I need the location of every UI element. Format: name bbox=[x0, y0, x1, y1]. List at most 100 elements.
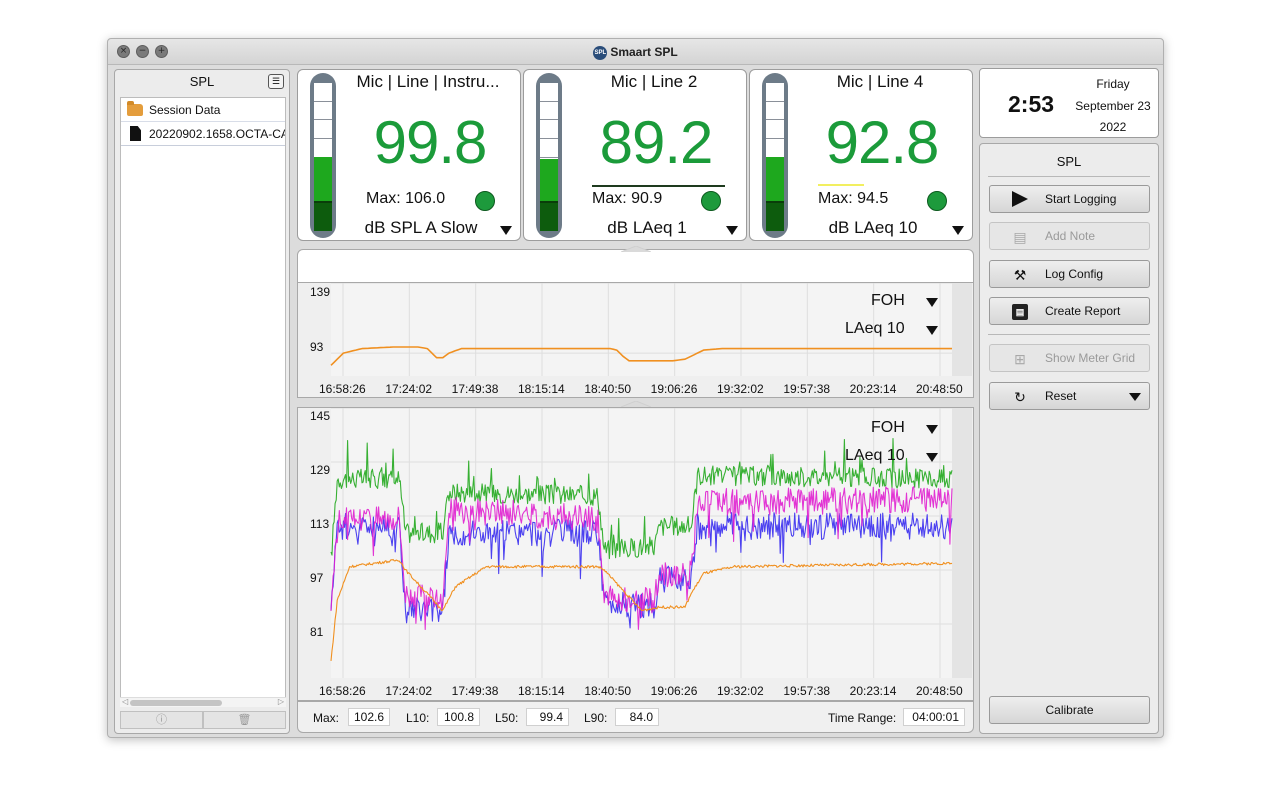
x-tick-label: 19:57:38 bbox=[783, 684, 831, 698]
y-tick-label: 145 bbox=[310, 409, 331, 423]
meter-unit-label[interactable]: dB SPL A Slow bbox=[344, 218, 498, 238]
bar-segment bbox=[540, 157, 558, 158]
chart-scroll-strip bbox=[952, 283, 972, 376]
splitter-grip[interactable] bbox=[620, 246, 651, 252]
series-line-c bbox=[330, 486, 953, 631]
list-icon[interactable]: ☰ bbox=[268, 74, 284, 89]
meter-unit-label[interactable]: dB LAeq 1 bbox=[570, 218, 724, 238]
chart-channel-label[interactable]: FOH bbox=[871, 419, 905, 437]
divider bbox=[988, 334, 1150, 335]
session-tree[interactable]: Session Data 20220902.1658.OCTA-CA bbox=[120, 97, 286, 707]
chart-channel-label[interactable]: FOH bbox=[871, 292, 905, 310]
chevron-down-icon[interactable] bbox=[926, 298, 938, 307]
y-tick-label: 81 bbox=[310, 625, 324, 639]
chevron-down-icon[interactable] bbox=[926, 425, 938, 434]
app-logo-icon: SPL bbox=[593, 45, 608, 60]
chevron-down-icon[interactable] bbox=[726, 226, 738, 235]
clock-day: Friday bbox=[1096, 77, 1130, 91]
max-hold-line bbox=[818, 184, 864, 186]
l50-stat-value: 99.4 bbox=[526, 708, 569, 726]
title-bar: × − + SPL Smaart SPL bbox=[108, 39, 1163, 65]
chart-metric-label[interactable]: LAeq 10 bbox=[845, 447, 905, 465]
x-tick-label: 17:49:38 bbox=[451, 382, 499, 396]
meter-value: 89.2 bbox=[599, 109, 714, 176]
level-bar-low bbox=[314, 201, 332, 231]
time-range-value: 04:00:01 bbox=[903, 708, 965, 726]
y-tick-label: 113 bbox=[310, 517, 330, 531]
chevron-down-icon[interactable] bbox=[926, 453, 938, 462]
clock-time: 2:53 bbox=[1008, 91, 1055, 117]
button-label: Calibrate bbox=[1045, 703, 1094, 717]
meter-max-label: Max: 94.5 bbox=[818, 190, 889, 207]
chevron-down-icon[interactable] bbox=[500, 226, 512, 235]
tools-icon: ⚒ bbox=[1013, 267, 1027, 283]
chart-metric-label[interactable]: LAeq 10 bbox=[845, 320, 905, 338]
tree-item-session-data[interactable]: Session Data bbox=[121, 98, 285, 122]
clock-month-day: September 23 bbox=[1075, 98, 1151, 113]
x-tick-label: 17:49:38 bbox=[451, 684, 499, 698]
show-meter-grid-button[interactable]: ⊞ Show Meter Grid bbox=[989, 344, 1150, 372]
grid-icon: ⊞ bbox=[1014, 351, 1026, 367]
add-note-button[interactable]: ▤ Add Note bbox=[989, 222, 1150, 250]
meter-unit-label[interactable]: dB LAeq 10 bbox=[796, 218, 950, 238]
meter-max-label: Max: 106.0 bbox=[366, 190, 446, 207]
session-panel-header: SPL ☰ bbox=[115, 70, 289, 94]
l10-stat-label: L10: bbox=[406, 711, 430, 725]
meter-max-label: Max: 90.9 bbox=[592, 190, 663, 207]
control-panel: SPL Start Logging ▤ Add Note ⚒ Log Confi… bbox=[979, 143, 1159, 734]
splitter-grip[interactable] bbox=[620, 401, 651, 407]
calibrate-button[interactable]: Calibrate bbox=[989, 696, 1150, 724]
level-bar bbox=[762, 73, 788, 238]
trash-icon[interactable]: 🗑 bbox=[203, 711, 286, 729]
chart-header-bar bbox=[297, 246, 974, 283]
l10-stat-value: 100.8 bbox=[437, 708, 480, 726]
tree-horizontal-scrollbar[interactable]: ◁ ▷ bbox=[120, 697, 286, 707]
pdf-icon: ▤ bbox=[1012, 304, 1028, 320]
y-tick-label: 93 bbox=[310, 340, 324, 354]
x-tick-label: 17:24:02 bbox=[385, 684, 433, 698]
x-tick-label: 20:48:50 bbox=[916, 382, 963, 396]
x-tick-label: 19:06:26 bbox=[650, 684, 698, 698]
chevron-down-icon[interactable] bbox=[952, 226, 964, 235]
bar-segment bbox=[314, 101, 332, 102]
button-label: Start Logging bbox=[1045, 192, 1117, 206]
level-bar-track bbox=[766, 83, 784, 231]
x-tick-label: 18:15:14 bbox=[518, 382, 565, 396]
tree-item-label: Session Data bbox=[149, 103, 221, 117]
level-bar bbox=[536, 73, 562, 238]
status-led bbox=[475, 191, 495, 211]
scrollbar-thumb[interactable] bbox=[130, 700, 222, 706]
create-report-button[interactable]: ▤ Create Report bbox=[989, 297, 1150, 325]
history-chart[interactable]: 145 129 113 97 81 FOH LAeq 10 16:58:26 17… bbox=[297, 401, 974, 701]
session-panel-title: SPL bbox=[189, 74, 215, 89]
control-panel-title: SPL bbox=[1056, 154, 1082, 169]
clock-year: 2022 bbox=[1099, 120, 1127, 134]
scroll-right-icon[interactable]: ▷ bbox=[278, 697, 284, 706]
reset-button[interactable]: ↻ Reset bbox=[989, 382, 1150, 410]
scroll-left-icon[interactable]: ◁ bbox=[122, 697, 128, 706]
meter-3[interactable]: Mic | Line 4 92.8 Max: 94.5 dB LAeq 10 bbox=[749, 69, 973, 241]
meter-source-label: Mic | Line | Instru... bbox=[356, 72, 500, 91]
session-footer: ⓘ 🗑 bbox=[120, 711, 286, 729]
file-icon bbox=[130, 126, 141, 141]
chevron-down-icon[interactable] bbox=[1129, 393, 1141, 401]
chart-scroll-strip bbox=[952, 408, 972, 678]
x-tick-label: 16:58:26 bbox=[319, 382, 366, 396]
start-logging-button[interactable]: Start Logging bbox=[989, 185, 1150, 213]
max-stat-label: Max: bbox=[313, 711, 340, 725]
tree-item-log-file[interactable]: 20220902.1658.OCTA-CA bbox=[121, 122, 285, 146]
meter-value: 92.8 bbox=[825, 109, 940, 176]
x-tick-label: 18:40:50 bbox=[584, 684, 632, 698]
series-line-a bbox=[330, 346, 952, 366]
info-icon[interactable]: ⓘ bbox=[120, 711, 203, 729]
x-tick-label: 20:23:14 bbox=[849, 684, 897, 698]
chevron-down-icon[interactable] bbox=[926, 326, 938, 335]
reset-icon: ↻ bbox=[1014, 389, 1026, 405]
meter-2[interactable]: Mic | Line 2 89.2 Max: 90.9 dB LAeq 1 bbox=[523, 69, 747, 241]
log-config-button[interactable]: ⚒ Log Config bbox=[989, 260, 1150, 288]
meter-1[interactable]: Mic | Line | Instru... 99.8 Max: 106.0 d… bbox=[297, 69, 521, 241]
l90-stat-label: L90: bbox=[584, 711, 608, 725]
overview-chart[interactable]: 139 93 FOH LAeq 10 16:58:26 17:24:02 17:49… bbox=[297, 282, 974, 398]
meter-source-label: Mic | Line 4 bbox=[836, 72, 924, 91]
x-tick-label: 20:48:50 bbox=[916, 684, 963, 698]
